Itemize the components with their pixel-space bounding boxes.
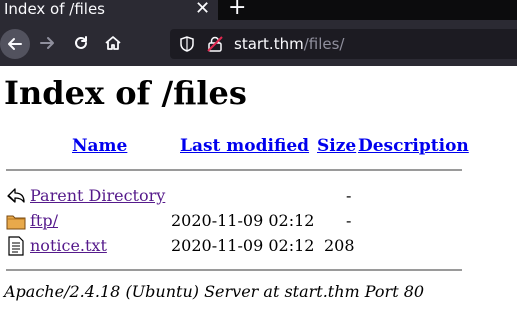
insecure-lock-icon[interactable] — [206, 35, 224, 53]
row-size: - — [346, 211, 352, 230]
forward-button[interactable] — [34, 30, 60, 56]
tab-strip: Index of /files ✕ + — [0, 0, 517, 20]
sort-by-description-link[interactable]: Description — [358, 136, 469, 156]
active-tab[interactable]: Index of /files ✕ — [0, 0, 218, 20]
url-path: /files/ — [303, 35, 345, 53]
row-size: 208 — [324, 236, 355, 255]
row-modified: 2020-11-09 02:12 — [171, 236, 315, 255]
home-button[interactable] — [100, 30, 126, 56]
forward-arrow-icon — [40, 37, 54, 49]
home-icon — [105, 36, 121, 50]
back-arrow-icon — [8, 38, 22, 50]
reload-button[interactable] — [68, 30, 94, 56]
url-host: start.thm — [234, 35, 304, 53]
address-bar[interactable]: start.thm/files/ — [170, 29, 517, 59]
url-text[interactable]: start.thm/files/ — [234, 34, 345, 54]
header-divider — [6, 169, 462, 171]
folder-icon — [6, 215, 26, 230]
row-modified: 2020-11-09 02:12 — [171, 211, 315, 230]
page-title: Index of /files — [4, 74, 247, 112]
shield-icon[interactable] — [180, 36, 194, 52]
navigation-bar: start.thm/files/ — [0, 20, 517, 66]
notice-file-link[interactable]: notice.txt — [30, 236, 107, 255]
new-tab-icon[interactable]: + — [228, 0, 246, 19]
tab-close-icon[interactable]: ✕ — [195, 0, 210, 18]
page-content: Index of /files Name Last modified Size … — [0, 66, 517, 333]
back-button[interactable] — [0, 29, 30, 59]
reload-icon — [75, 36, 87, 49]
tab-title: Index of /files — [4, 0, 106, 18]
back-arrow-icon — [7, 188, 25, 203]
footer-divider — [6, 269, 462, 271]
sort-by-size-link[interactable]: Size — [317, 136, 356, 156]
sort-by-name-link[interactable]: Name — [72, 136, 127, 156]
text-file-icon — [8, 236, 24, 256]
ftp-folder-link[interactable]: ftp/ — [30, 211, 58, 230]
row-size: - — [346, 186, 352, 205]
sort-by-last-modified-link[interactable]: Last modified — [180, 136, 309, 156]
parent-directory-link[interactable]: Parent Directory — [30, 186, 165, 205]
server-signature: Apache/2.4.18 (Ubuntu) Server at start.t… — [4, 282, 425, 301]
